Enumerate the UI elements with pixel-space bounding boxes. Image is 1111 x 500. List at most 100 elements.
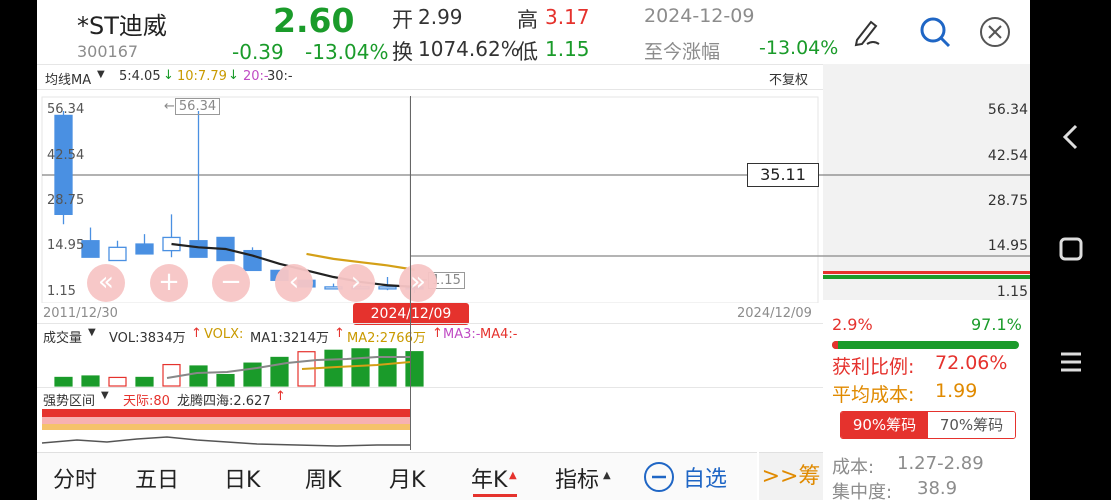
move-end-icon[interactable]: » [399, 264, 437, 302]
price-tick-left: 42.54 [47, 147, 85, 163]
since-change-value: -13.04% [759, 37, 839, 59]
indicator-triangle-icon: ▲ [603, 470, 611, 481]
ma20-value: 20:- [243, 69, 269, 84]
zoom-in-icon[interactable]: + [150, 264, 188, 302]
volume-label[interactable]: 成交量 [43, 327, 82, 346]
low-label: 低 [517, 40, 538, 64]
crosshair-date-box: 2024/12/09 [353, 303, 469, 325]
move-left-icon[interactable]: ‹ [275, 264, 313, 302]
vol-arrow-icon: ↑ [191, 326, 202, 341]
date-start: 2011/12/30 [43, 306, 118, 321]
avg-cost-label: 平均成本: [832, 384, 915, 406]
longteng-arrow-icon: ↑ [275, 389, 286, 404]
menu-icon[interactable] [1056, 347, 1086, 377]
chip-loss-pct: 2.9% [832, 315, 873, 334]
price-change: -0.39 [232, 40, 284, 64]
tab-weekly-k[interactable]: 周K [305, 462, 341, 494]
volx-value: VOLX: [204, 327, 244, 342]
ma-label[interactable]: 均线MA [45, 69, 91, 88]
concentration-label: 集中度: [832, 482, 893, 500]
strength-dropdown-icon[interactable]: ▼ [101, 390, 109, 401]
cost-label: 成本: [832, 457, 875, 478]
ma5-value: 5:4.05 [119, 69, 161, 84]
volume-bar-mark [243, 362, 262, 387]
add-watch-label: 自选 [683, 467, 728, 492]
price-tick-right: 28.75 [987, 192, 1028, 209]
tab-indicator[interactable]: 指标 [555, 462, 599, 494]
vol-value: VOL:3834万 [109, 331, 186, 346]
avg-cost-value: 1.99 [935, 380, 978, 402]
candle-body [378, 286, 397, 290]
high-value: 3.17 [545, 5, 590, 29]
ma10-value: 10:7.79 [177, 69, 227, 84]
strength-bar: 强势区间 ▼ 天际:80 龙腾四海:2.627 ↑ [37, 387, 823, 409]
crosshair-vertical [410, 96, 411, 450]
open-value: 2.99 [418, 5, 463, 29]
chip-tabs: 90%筹码 70%筹码 [840, 411, 1016, 439]
candle-body [108, 246, 127, 262]
ma30-value: 30:- [267, 69, 293, 84]
tab-daily-k[interactable]: 日K [224, 462, 260, 494]
chips-expand-tab[interactable]: >>筹 [759, 452, 823, 500]
candle-body [81, 240, 100, 258]
zoom-out-far-icon[interactable]: « [87, 264, 125, 302]
date-end: 2024/12/09 [737, 306, 812, 321]
volume-chart[interactable] [37, 345, 823, 387]
volume-bar-mark [270, 356, 289, 387]
quote-date: 2024-12-09 [644, 5, 755, 27]
low-value: 1.15 [545, 37, 590, 61]
volume-bar-mark [54, 376, 73, 387]
strength-chart [41, 409, 410, 447]
turnover-label: 换 [392, 40, 413, 64]
chip-distribution-loss [823, 271, 1030, 274]
volume-dropdown-icon[interactable]: ▼ [88, 327, 96, 338]
max-arrow-icon: ← [164, 99, 175, 114]
ma4-value: MA4:- [480, 327, 518, 342]
tab-monthly-k[interactable]: 月K [389, 462, 425, 494]
close-icon[interactable] [978, 15, 1012, 49]
price-tick-right: 56.34 [987, 102, 1028, 118]
tab-yearly-k[interactable]: 年K [471, 462, 507, 494]
ma2-value: MA2:2766万 [347, 331, 426, 346]
yearly-k-triangle-icon: ▲ [509, 470, 517, 481]
price-tick-left: 14.95 [47, 238, 85, 254]
search-icon[interactable] [917, 14, 953, 50]
price-tick-left: 1.15 [47, 284, 76, 299]
draw-pen-icon[interactable] [849, 14, 885, 50]
chip-profit-pct: 97.1% [971, 315, 1022, 334]
adjust-button[interactable]: 不复权 [769, 69, 808, 88]
chip-progress [832, 341, 1019, 349]
volume-bar-mark [216, 373, 235, 387]
move-right-icon[interactable]: › [337, 264, 375, 302]
price-tick-left: 28.75 [47, 192, 85, 208]
chip-distribution-profit [823, 275, 1030, 279]
tab-chip-90[interactable]: 90%筹码 [841, 412, 928, 438]
volume-bar-mark [81, 375, 100, 387]
volume-bar-mark [108, 376, 127, 387]
tab-intraday[interactable]: 分时 [53, 462, 97, 494]
stock-name: *ST迪威 [77, 12, 167, 40]
volume-bar-mark [135, 376, 154, 387]
volume-bar-mark [378, 348, 397, 387]
price-tick-left: 56.34 [47, 102, 85, 117]
home-icon[interactable] [1056, 234, 1086, 264]
turnover-value: 1074.62% [418, 37, 520, 61]
zoom-out-icon[interactable]: − [212, 264, 250, 302]
concentration-value: 38.9 [917, 478, 958, 499]
minus-circle-icon [644, 462, 674, 492]
ma-dropdown-icon[interactable]: ▼ [97, 69, 105, 80]
volume-bar: 成交量 ▼ VOL:3834万 ↑ VOLX: MA1:3214万 ↑ MA2:… [37, 323, 823, 346]
app-screen: *ST迪威 300167 2.60 -0.39 -13.04% 开 2.99 高… [37, 0, 1030, 500]
kline-chart[interactable] [37, 88, 1030, 303]
back-icon[interactable] [1056, 122, 1086, 152]
tab-five-day[interactable]: 五日 [135, 462, 179, 494]
price-tick-right: 14.95 [987, 238, 1028, 255]
tab-yearly-underline [473, 494, 517, 497]
tab-chip-70[interactable]: 70%筹码 [928, 412, 1015, 438]
cost-range: 1.27-2.89 [897, 453, 984, 474]
max-price-marker: ← 56.34 [164, 98, 221, 115]
price-tick-right: 1.15 [996, 284, 1028, 300]
chip-progress-loss [832, 341, 838, 349]
volume-bar-mark [189, 365, 208, 387]
ma3-value: MA3:- [443, 327, 481, 342]
